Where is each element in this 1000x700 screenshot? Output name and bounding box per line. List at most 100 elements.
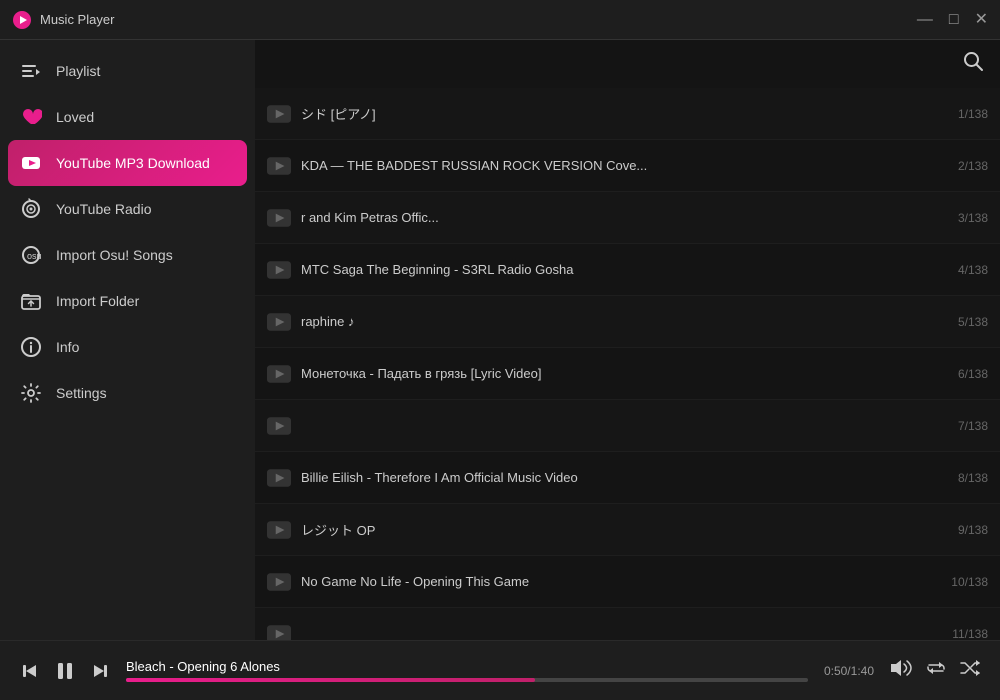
- track-row[interactable]: raphine ♪ 5/138: [255, 296, 1000, 348]
- radio-icon: [20, 198, 42, 220]
- sidebar-label-import-osu: Import Osu! Songs: [56, 247, 173, 263]
- track-number: 4/138: [948, 263, 988, 277]
- track-title: Монеточка - Падать в грязь [Lyric Video]: [301, 366, 948, 381]
- youtube-track-icon: [267, 206, 291, 230]
- player-progress-container[interactable]: [126, 678, 808, 682]
- sidebar-label-import-folder: Import Folder: [56, 293, 139, 309]
- track-title: No Game No Life - Opening This Game: [301, 574, 948, 589]
- track-right: 9/138: [948, 523, 988, 537]
- track-number: 11/138: [948, 627, 988, 641]
- track-right: 1/138: [948, 107, 988, 121]
- heart-icon: [20, 106, 42, 128]
- minimize-button[interactable]: —: [917, 12, 933, 28]
- track-number: 6/138: [948, 367, 988, 381]
- track-title: raphine ♪: [301, 314, 948, 329]
- progress-bar-bg: [126, 678, 808, 682]
- track-left: KDA — THE BADDEST RUSSIAN ROCK VERSION C…: [267, 154, 948, 178]
- title-bar: Music Player — □ ✕: [0, 0, 1000, 40]
- youtube-track-icon: [267, 154, 291, 178]
- track-row[interactable]: MTC Saga The Beginning - S3RL Radio Gosh…: [255, 244, 1000, 296]
- sidebar-label-youtube-radio: YouTube Radio: [56, 201, 151, 217]
- sidebar-item-loved[interactable]: Loved: [0, 94, 255, 140]
- maximize-button[interactable]: □: [949, 12, 959, 28]
- player-time: 0:50/1:40: [824, 664, 874, 678]
- track-right: 2/138: [948, 159, 988, 173]
- sidebar-item-import-folder[interactable]: Import Folder: [0, 278, 255, 324]
- sidebar-item-youtube-radio[interactable]: YouTube Radio: [0, 186, 255, 232]
- player-right-controls: [890, 659, 980, 682]
- track-row[interactable]: r and Kim Petras Offic... 3/138: [255, 192, 1000, 244]
- player-bar: Bleach - Opening 6 Alones 0:50/1:40: [0, 640, 1000, 700]
- import-folder-icon: [20, 290, 42, 312]
- player-controls: [20, 658, 110, 684]
- track-row[interactable]: KDA — THE BADDEST RUSSIAN ROCK VERSION C…: [255, 140, 1000, 192]
- track-row[interactable]: Монеточка - Падать в грязь [Lyric Video]…: [255, 348, 1000, 400]
- track-right: 10/138: [948, 575, 988, 589]
- close-button[interactable]: ✕: [975, 12, 988, 28]
- track-left: MTC Saga The Beginning - S3RL Radio Gosh…: [267, 258, 948, 282]
- track-left: r and Kim Petras Offic...: [267, 206, 948, 230]
- track-left: [267, 414, 948, 438]
- youtube-track-icon: [267, 102, 291, 126]
- track-title: KDA — THE BADDEST RUSSIAN ROCK VERSION C…: [301, 158, 948, 173]
- content-area: シド [ピアノ] 1/138 KDA — THE BADDEST RUSSIAN…: [255, 40, 1000, 660]
- app-title: Music Player: [40, 12, 114, 27]
- osu-icon: osu: [20, 244, 42, 266]
- volume-button[interactable]: [890, 659, 912, 682]
- track-row[interactable]: No Game No Life - Opening This Game 10/1…: [255, 556, 1000, 608]
- pause-button[interactable]: [52, 658, 78, 684]
- repeat-button[interactable]: [926, 659, 946, 682]
- track-right: 11/138: [948, 627, 988, 641]
- track-row[interactable]: レジット OP 9/138: [255, 504, 1000, 556]
- sidebar-label-playlist: Playlist: [56, 63, 100, 79]
- info-icon: [20, 336, 42, 358]
- track-right: 8/138: [948, 471, 988, 485]
- track-list: シド [ピアノ] 1/138 KDA — THE BADDEST RUSSIAN…: [255, 88, 1000, 660]
- track-title: レジット OP: [301, 520, 948, 539]
- progress-bar-fill: [126, 678, 535, 682]
- sidebar-item-info[interactable]: Info: [0, 324, 255, 370]
- sidebar-label-loved: Loved: [56, 109, 94, 125]
- prev-button[interactable]: [20, 661, 40, 681]
- track-left: シド [ピアノ]: [267, 102, 948, 126]
- track-row[interactable]: 7/138: [255, 400, 1000, 452]
- track-number: 10/138: [948, 575, 988, 589]
- track-right: 4/138: [948, 263, 988, 277]
- youtube-track-icon: [267, 570, 291, 594]
- sidebar-item-youtube-mp3[interactable]: YouTube MP3 Download: [8, 140, 247, 186]
- youtube-track-icon: [267, 258, 291, 282]
- youtube-track-icon: [267, 466, 291, 490]
- youtube-icon: [20, 152, 42, 174]
- sidebar: Playlist Loved YouTube MP3 Download: [0, 40, 255, 660]
- track-title: MTC Saga The Beginning - S3RL Radio Gosh…: [301, 262, 948, 277]
- sidebar-item-settings[interactable]: Settings: [0, 370, 255, 416]
- youtube-track-icon: [267, 310, 291, 334]
- search-button[interactable]: [962, 50, 984, 78]
- sidebar-label-settings: Settings: [56, 385, 107, 401]
- track-title: シド [ピアノ]: [301, 104, 948, 123]
- sidebar-label-info: Info: [56, 339, 79, 355]
- track-number: 2/138: [948, 159, 988, 173]
- title-bar-controls: — □ ✕: [917, 12, 988, 28]
- track-right: 5/138: [948, 315, 988, 329]
- shuffle-button[interactable]: [960, 659, 980, 682]
- youtube-track-icon: [267, 362, 291, 386]
- track-left: レジット OP: [267, 518, 948, 542]
- app-icon: [12, 10, 32, 30]
- next-button[interactable]: [90, 661, 110, 681]
- track-row[interactable]: シド [ピアノ] 1/138: [255, 88, 1000, 140]
- track-title: r and Kim Petras Offic...: [301, 210, 948, 225]
- track-left: Монеточка - Падать в грязь [Lyric Video]: [267, 362, 948, 386]
- track-left: raphine ♪: [267, 310, 948, 334]
- sidebar-item-import-osu[interactable]: osu Import Osu! Songs: [0, 232, 255, 278]
- track-left: No Game No Life - Opening This Game: [267, 570, 948, 594]
- gear-icon: [20, 382, 42, 404]
- sidebar-item-playlist[interactable]: Playlist: [0, 48, 255, 94]
- track-right: 3/138: [948, 211, 988, 225]
- playlist-icon: [20, 60, 42, 82]
- track-number: 8/138: [948, 471, 988, 485]
- youtube-track-icon: [267, 518, 291, 542]
- title-bar-left: Music Player: [12, 10, 114, 30]
- sidebar-label-youtube-mp3: YouTube MP3 Download: [56, 155, 210, 171]
- track-row[interactable]: Billie Eilish - Therefore I Am Official …: [255, 452, 1000, 504]
